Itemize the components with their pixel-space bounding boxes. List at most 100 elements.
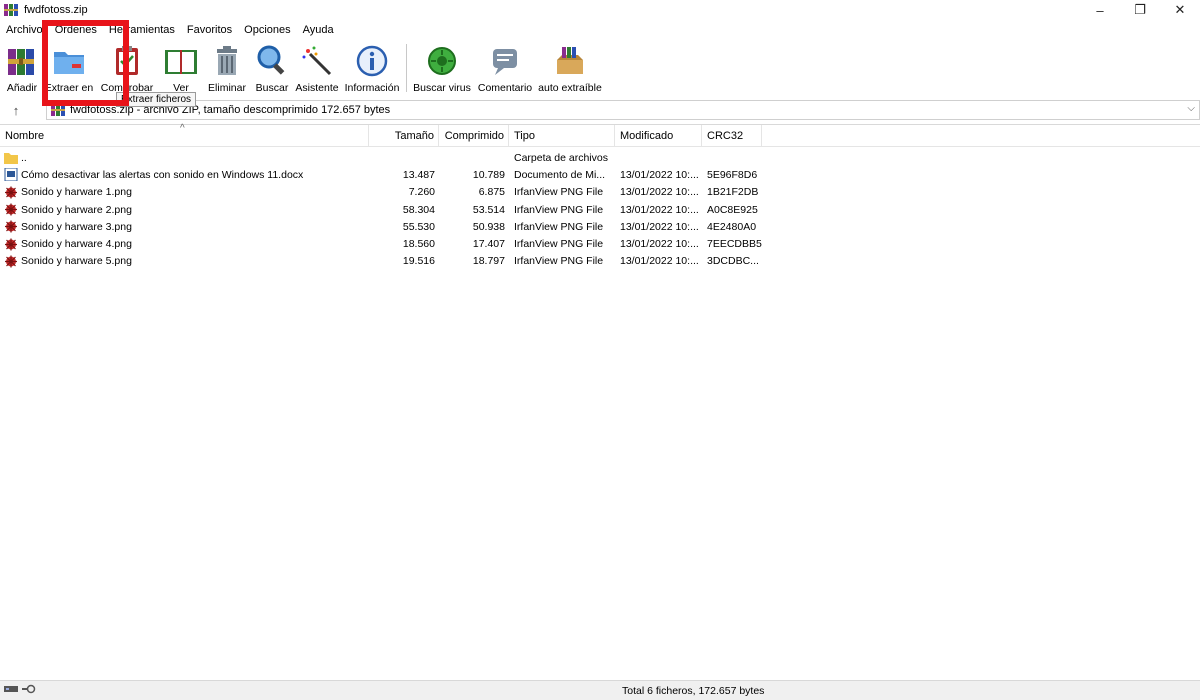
path-field[interactable]: fwdfotoss.zip - archivo ZIP, tamaño desc…	[46, 100, 1200, 120]
find-button[interactable]: Buscar	[252, 40, 292, 96]
file-size: 7.260	[408, 186, 435, 199]
books-add-icon	[5, 44, 39, 78]
menu-ordenes[interactable]: Órdenes	[49, 24, 103, 36]
irfanview-icon	[4, 203, 18, 216]
trash-can-icon	[210, 44, 244, 78]
word-doc-icon	[4, 168, 18, 182]
delete-button[interactable]: Eliminar	[202, 40, 252, 96]
file-compressed: 17.407	[472, 238, 505, 251]
file-crc: 7EECDBB5	[707, 238, 762, 251]
test-button[interactable]: Comprobar	[94, 40, 160, 96]
file-compressed: 10.789	[472, 168, 505, 181]
list-item[interactable]: Sonido y harware 5.png 19.516 18.797 Irf…	[0, 253, 1200, 270]
chevron-down-icon[interactable]: ⌵	[1187, 103, 1195, 114]
file-modified: 13/01/2022 10:...	[620, 186, 699, 199]
irfanview-icon	[4, 186, 18, 199]
sort-ascending-icon: ^	[180, 123, 185, 134]
file-modified: 13/01/2022 10:...	[620, 238, 699, 251]
file-type: IrfanView PNG File	[514, 238, 604, 251]
extract-tooltip: Extraer ficheros	[116, 92, 197, 107]
drive-icon[interactable]	[4, 684, 20, 697]
maximize-button[interactable]: ❐	[1120, 0, 1160, 20]
file-type: IrfanView PNG File	[514, 186, 604, 199]
delete-label: Eliminar	[208, 82, 246, 94]
list-item[interactable]: Sonido y harware 3.png 55.530 50.938 Irf…	[0, 218, 1200, 235]
key-icon[interactable]	[22, 684, 36, 697]
wizard-label: Asistente	[295, 82, 339, 94]
menu-favoritos[interactable]: Favoritos	[181, 24, 238, 36]
irfanview-icon	[4, 238, 18, 251]
menu-ayuda[interactable]: Ayuda	[297, 24, 340, 36]
file-list: ^ Nombre Tamaño Comprimido Tipo Modifica…	[0, 123, 1200, 678]
file-name: Sonido y harware 2.png	[21, 203, 132, 216]
column-header-name[interactable]: ^ Nombre	[0, 123, 369, 147]
open-book-icon	[164, 44, 198, 78]
status-bar: Total 6 ficheros, 172.657 bytes	[0, 680, 1200, 700]
file-size: 19.516	[402, 255, 435, 268]
file-size: 13.487	[402, 168, 435, 181]
minimize-button[interactable]: –	[1080, 0, 1120, 20]
add-label: Añadir	[6, 82, 38, 94]
info-icon	[355, 44, 389, 78]
file-compressed: 50.938	[472, 220, 505, 233]
status-text: Total 6 ficheros, 172.657 bytes	[622, 685, 765, 697]
list-item[interactable]: Sonido y harware 4.png 18.560 17.407 Irf…	[0, 235, 1200, 252]
archive-icon	[51, 104, 65, 116]
column-header-size[interactable]: Tamaño	[369, 125, 439, 147]
comment-icon	[488, 44, 522, 78]
file-size: 18.560	[402, 238, 435, 251]
column-header-type[interactable]: Tipo	[509, 125, 615, 147]
file-name: Cómo desactivar las alertas con sonido e…	[21, 168, 304, 181]
file-name: Sonido y harware 1.png	[21, 186, 132, 199]
extract-to-button[interactable]: Extraer en	[44, 40, 94, 96]
menu-archivo[interactable]: Archivo	[0, 24, 49, 36]
toolbar-separator	[406, 44, 407, 92]
file-name: ..	[21, 151, 27, 164]
menu-opciones[interactable]: Opciones	[238, 24, 296, 36]
view-button[interactable]: Ver	[160, 40, 202, 96]
sfx-label: auto extraíble	[538, 82, 602, 94]
toolbar: Añadir Extraer en Comprobar Ver Eliminar…	[0, 40, 1200, 96]
comment-button[interactable]: Comentario	[473, 40, 537, 96]
info-button[interactable]: Información	[342, 40, 402, 96]
file-compressed: 6.875	[478, 186, 505, 199]
magnifier-icon	[255, 44, 289, 78]
column-header-crc[interactable]: CRC32	[702, 125, 762, 147]
menu-herramientas[interactable]: Herramientas	[103, 24, 181, 36]
virus-scan-icon	[425, 44, 459, 78]
file-crc: A0C8E925	[707, 203, 758, 216]
list-item[interactable]: .. Carpeta de archivos	[0, 149, 1200, 166]
column-header-modified[interactable]: Modificado	[615, 125, 702, 147]
magic-wand-icon	[300, 44, 334, 78]
file-modified: 13/01/2022 10:...	[620, 168, 699, 181]
list-item[interactable]: Sonido y harware 1.png 7.260 6.875 Irfan…	[0, 184, 1200, 201]
info-label: Información	[344, 82, 400, 94]
file-compressed: 53.514	[472, 203, 505, 216]
add-button[interactable]: Añadir	[0, 40, 44, 96]
list-item[interactable]: Cómo desactivar las alertas con sonido e…	[0, 166, 1200, 183]
file-type: Documento de Mi...	[514, 168, 606, 181]
title-bar: fwdfotoss.zip – ❐ ✕	[0, 0, 1200, 20]
file-compressed: 18.797	[472, 255, 505, 268]
file-size: 58.304	[402, 203, 435, 216]
list-item[interactable]: Sonido y harware 2.png 58.304 53.514 Irf…	[0, 201, 1200, 218]
file-crc: 5E96F8D6	[707, 168, 758, 181]
file-name: Sonido y harware 5.png	[21, 255, 132, 268]
file-name: Sonido y harware 3.png	[21, 220, 132, 233]
file-type: IrfanView PNG File	[514, 220, 604, 233]
up-arrow-icon[interactable]: ↑	[0, 103, 32, 118]
file-crc: 1B21F2DB	[707, 186, 759, 199]
list-rows: .. Carpeta de archivos Cómo desactivar l…	[0, 149, 1200, 270]
close-button[interactable]: ✕	[1160, 0, 1200, 20]
extract-to-label: Extraer en	[44, 82, 94, 94]
scan-virus-button[interactable]: Buscar virus	[411, 40, 473, 96]
winrar-app-icon	[4, 3, 18, 17]
clipboard-check-icon	[110, 44, 144, 78]
column-header-compressed[interactable]: Comprimido	[439, 125, 509, 147]
scan-virus-label: Buscar virus	[413, 82, 471, 94]
file-type: Carpeta de archivos	[514, 151, 608, 164]
find-label: Buscar	[255, 82, 289, 94]
file-name: Sonido y harware 4.png	[21, 238, 132, 251]
sfx-button[interactable]: auto extraíble	[537, 40, 603, 96]
wizard-button[interactable]: Asistente	[292, 40, 342, 96]
